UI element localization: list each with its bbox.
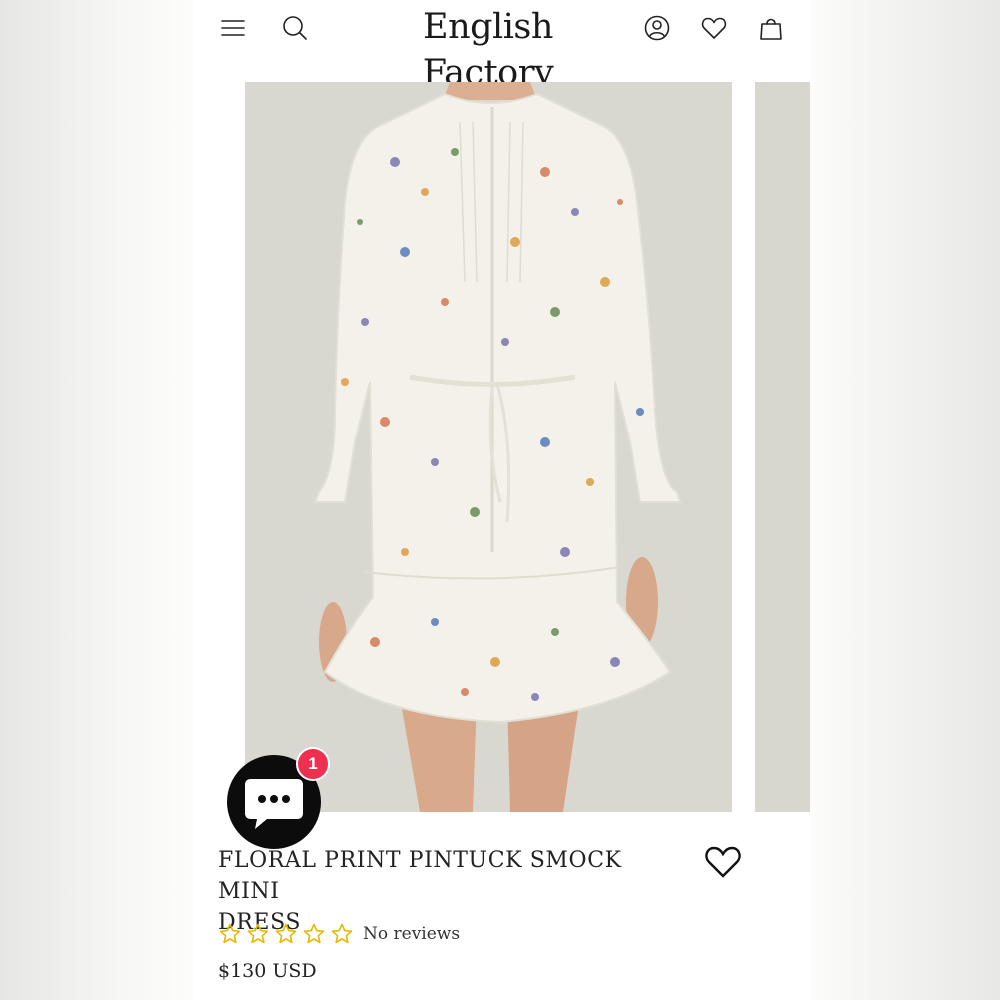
- add-to-wishlist-button[interactable]: [704, 845, 742, 879]
- star-icon: [246, 922, 270, 946]
- cart-button[interactable]: [755, 12, 787, 44]
- account-icon: [644, 15, 670, 41]
- star-icon: [302, 922, 326, 946]
- next-product-image[interactable]: [755, 82, 810, 812]
- star-icon: [330, 922, 354, 946]
- search-icon: [283, 16, 307, 40]
- reviews-link[interactable]: No reviews: [363, 922, 460, 946]
- heart-icon: [701, 17, 727, 39]
- product-title-line-1: FLORAL PRINT PINTUCK SMOCK MINI: [218, 848, 622, 904]
- account-button[interactable]: [641, 12, 673, 44]
- bag-icon: [760, 18, 782, 40]
- star-icon: [274, 922, 298, 946]
- search-button[interactable]: [279, 12, 311, 44]
- product-price: $130 USD: [218, 960, 317, 982]
- star-icon: [218, 922, 242, 946]
- rating-stars[interactable]: [218, 922, 354, 946]
- menu-button[interactable]: [217, 12, 249, 44]
- site-header: English Factory: [193, 0, 810, 93]
- menu-icon: [221, 20, 245, 36]
- chat-notification-badge: 1: [296, 747, 330, 781]
- wishlist-button[interactable]: [698, 12, 730, 44]
- dress-photo: [245, 82, 732, 812]
- phone-screen: English Factory 1 FLORAL PRINT PINTUCK S…: [193, 0, 810, 1000]
- heart-icon: [705, 846, 741, 878]
- product-image[interactable]: [245, 82, 732, 812]
- chat-icon: [245, 779, 303, 829]
